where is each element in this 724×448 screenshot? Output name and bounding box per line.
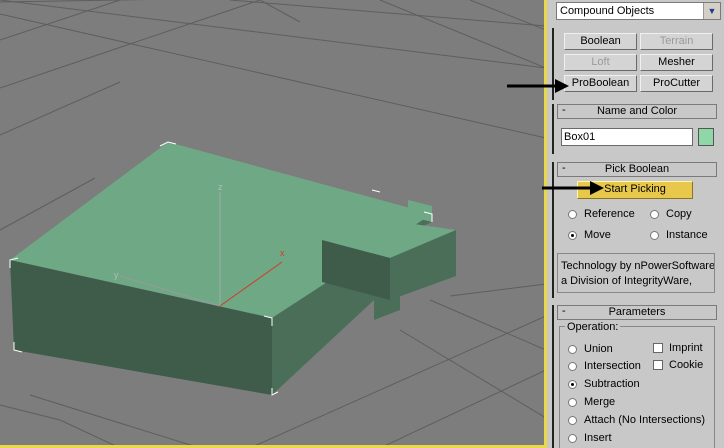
merge-label: Merge (584, 396, 616, 408)
command-panel: Compound Objects ▼ Boolean Terrain Loft … (547, 0, 724, 448)
boolean-button[interactable]: Boolean (564, 33, 637, 50)
rollout-edge (552, 305, 554, 448)
collapse-icon: - (562, 305, 566, 317)
reference-label: Reference (584, 208, 635, 220)
rollout-edge (552, 104, 554, 154)
subtraction-radio[interactable] (568, 380, 577, 389)
rollout-title: Name and Color (596, 105, 678, 117)
y-axis-label: y (114, 270, 119, 280)
loft-button[interactable]: Loft (564, 54, 637, 71)
pick-boolean-rollout-header[interactable]: - Pick Boolean (557, 162, 717, 177)
rollout-title: Pick Boolean (604, 163, 670, 175)
object-name-field[interactable]: Box01 (561, 128, 693, 146)
credit-line-2: a Division of IntegrityWare, (561, 275, 693, 287)
union-label: Union (584, 343, 613, 355)
reference-radio[interactable] (568, 210, 577, 219)
credits-box: Technology by nPowerSoftware a Division … (557, 253, 715, 293)
z-axis-label: z (218, 182, 223, 192)
procutter-button[interactable]: ProCutter (640, 75, 713, 92)
collapse-icon: - (562, 104, 566, 116)
name-and-color-rollout-header[interactable]: - Name and Color (557, 104, 717, 119)
intersection-label: Intersection (584, 360, 641, 372)
object-name-value: Box01 (564, 131, 596, 143)
object-color-swatch[interactable] (698, 128, 714, 146)
collapse-icon: - (562, 162, 566, 174)
union-radio[interactable] (568, 345, 577, 354)
chevron-down-icon[interactable]: ▼ (703, 3, 720, 19)
copy-label: Copy (666, 208, 692, 220)
cookie-checkbox[interactable] (653, 360, 663, 370)
rollout-title: Parameters (608, 306, 666, 318)
perspective-viewport[interactable]: z x y (0, 0, 546, 448)
imprint-label: Imprint (669, 342, 703, 354)
move-radio[interactable] (568, 231, 577, 240)
attach-radio[interactable] (568, 416, 577, 425)
instance-radio[interactable] (650, 231, 659, 240)
terrain-button[interactable]: Terrain (640, 33, 713, 50)
mesher-button[interactable]: Mesher (640, 54, 713, 71)
insert-radio[interactable] (568, 434, 577, 443)
operation-group-label: Operation: (565, 321, 621, 333)
imprint-checkbox[interactable] (653, 343, 663, 353)
merge-radio[interactable] (568, 398, 577, 407)
parameters-rollout-header[interactable]: - Parameters (557, 305, 717, 320)
annotation-arrow-start-picking (542, 181, 604, 195)
copy-radio[interactable] (650, 210, 659, 219)
cookie-label: Cookie (669, 359, 704, 371)
x-axis-label: x (280, 248, 285, 258)
category-dropdown[interactable]: Compound Objects ▼ (556, 2, 721, 20)
move-label: Move (584, 229, 611, 241)
proboolean-button[interactable]: ProBoolean (564, 75, 637, 92)
box01-object[interactable] (9, 141, 456, 396)
credit-line-1: Technology by nPowerSoftware (561, 260, 715, 272)
viewport-scene[interactable]: z x y (0, 0, 546, 448)
category-dropdown-value: Compound Objects (560, 5, 655, 17)
attach-label: Attach (No Intersections) (584, 414, 706, 426)
subtraction-label: Subtraction (584, 378, 640, 390)
intersection-radio[interactable] (568, 362, 577, 371)
insert-label: Insert (584, 432, 612, 444)
instance-label: Instance (666, 229, 708, 241)
annotation-arrow-proboolean (507, 79, 569, 93)
